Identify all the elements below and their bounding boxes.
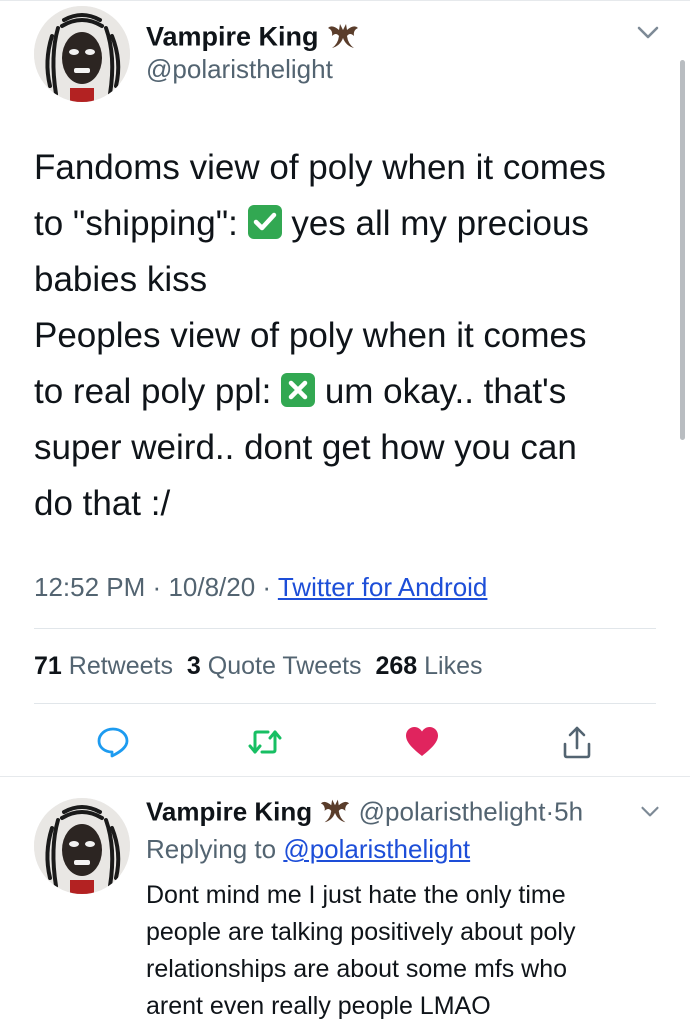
tweet-stats: 71 Retweets 3 Quote Tweets 268 Likes (34, 652, 483, 681)
replying-to-handle-link[interactable]: @polaristhelight (283, 834, 470, 864)
tweet-text: Fandoms view of poly when it comes to "s… (34, 140, 674, 532)
share-icon (563, 726, 591, 759)
reply-author-name[interactable]: Vampire King (146, 796, 312, 826)
reply-icon (97, 727, 129, 758)
retweet-button[interactable] (245, 722, 285, 762)
reply-age: 5h (554, 796, 584, 827)
tweet-source-link[interactable]: Twitter for Android (278, 572, 488, 602)
author-handle[interactable]: @polaristhelight (146, 54, 333, 85)
tweet-date: 10/8/20 (168, 572, 256, 602)
divider (34, 703, 656, 704)
reply-line: arent even really people LMAO (146, 992, 491, 1020)
tweet-meta: 12:52 PM · 10/8/20 · Twitter for Android (34, 572, 488, 602)
reply-header: Vampire King @polaristhelight·5h (146, 794, 583, 833)
retweets-stat[interactable]: 71 Retweets (34, 652, 173, 680)
cross-mark-button-icon (281, 373, 316, 407)
divider (34, 628, 656, 629)
reply-line: Dont mind me I just hate the only time (146, 881, 566, 909)
retweet-icon (248, 730, 282, 754)
reply-author-handle[interactable]: @polaristhelight (359, 796, 546, 826)
share-button[interactable] (557, 722, 597, 762)
check-mark-button-icon (247, 205, 282, 239)
section-divider (0, 776, 690, 777)
scrollbar[interactable] (680, 60, 685, 440)
chevron-down-icon[interactable] (640, 804, 660, 825)
tweet-line: do that :/ (34, 484, 171, 523)
like-button[interactable] (402, 722, 442, 762)
reply-button[interactable] (93, 722, 133, 762)
tweet-line: Peoples view of poly when it comes (34, 316, 587, 355)
tweet-time: 12:52 PM (34, 572, 146, 602)
replying-to: Replying to @polaristhelight (146, 834, 471, 864)
heart-icon (406, 727, 438, 756)
reply-line: people are talking positively about poly (146, 918, 576, 946)
tweet-line: Fandoms view of poly when it comes (34, 148, 606, 187)
bat-emoji-icon (326, 18, 360, 59)
author-name[interactable]: Vampire King (146, 18, 360, 59)
reply-avatar[interactable] (34, 798, 130, 894)
quote-tweets-stat[interactable]: 3 Quote Tweets (187, 652, 362, 680)
bat-emoji-icon (319, 794, 351, 833)
reply-line: relationships are about some mfs who (146, 955, 568, 983)
tweet-line: to "shipping": yes all my precious (34, 204, 589, 243)
author-name-text: Vampire King (146, 21, 319, 52)
likes-stat[interactable]: 268 Likes (375, 652, 482, 680)
tweet-line: to real poly ppl: um okay.. that's (34, 372, 567, 411)
tweet-line: super weird.. dont get how you can (34, 428, 577, 467)
tweet-line: babies kiss (34, 260, 208, 299)
avatar[interactable] (34, 6, 130, 102)
chevron-down-icon[interactable] (636, 24, 660, 47)
top-divider (0, 0, 690, 1)
reply-text: Dont mind me I just hate the only time p… (146, 877, 676, 1025)
